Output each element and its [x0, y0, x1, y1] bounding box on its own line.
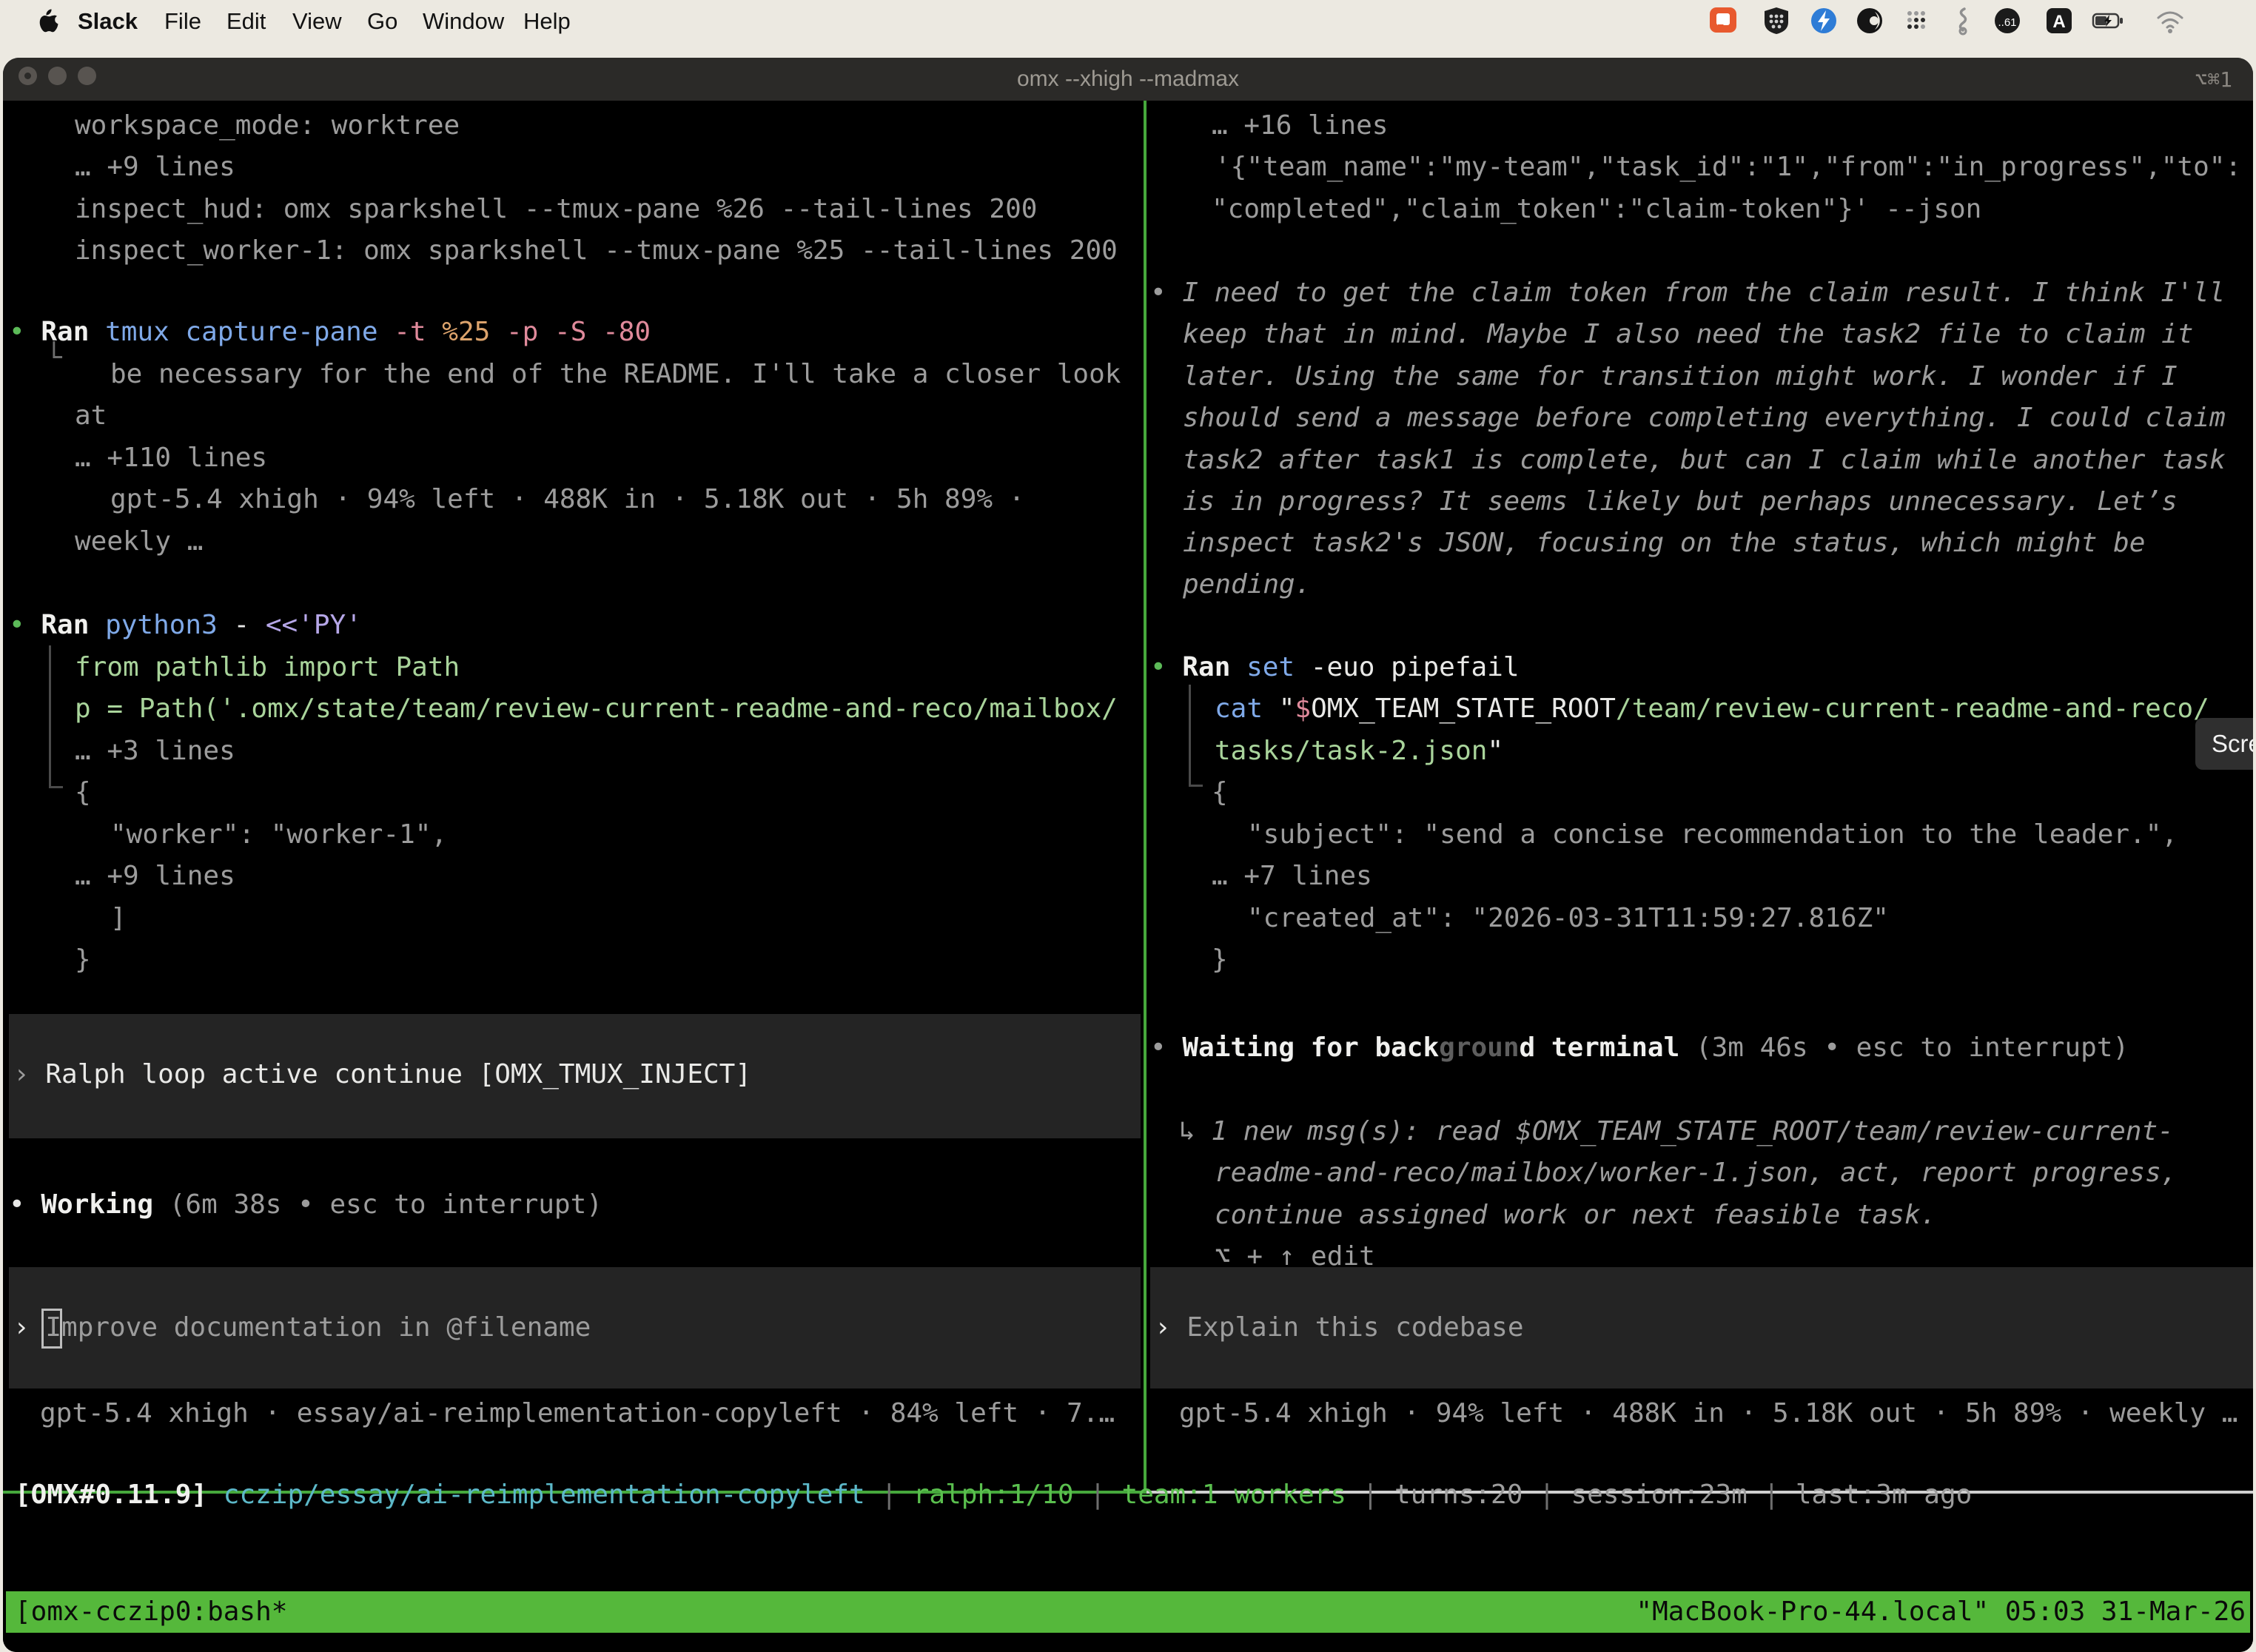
tmux-session-label: [omx-cczip0:bash* — [15, 1591, 287, 1633]
text-run: ralph:1/10 — [913, 1480, 1074, 1510]
menu-item-file[interactable]: File — [164, 7, 201, 36]
text-run: | — [1346, 1480, 1394, 1510]
text-run: | — [865, 1480, 913, 1510]
tmux-status-bar: [omx-cczip0:bash* "MacBook-Pro-44.local"… — [6, 1591, 2250, 1633]
menu-item-go[interactable]: Go — [367, 7, 397, 36]
text-run: [OMX#0.11.9] — [15, 1480, 224, 1510]
text-run: turns:20 — [1394, 1480, 1523, 1510]
text-run: last:3m ago — [1796, 1480, 1972, 1510]
menu-item-help[interactable]: Help — [523, 7, 571, 36]
svg-text:A: A — [2052, 12, 2065, 32]
window-shortcut-badge: ⌥⌘1 — [2195, 67, 2232, 92]
svg-text:..61: ..61 — [1998, 16, 2016, 29]
snake-status-icon[interactable] — [1948, 6, 1978, 36]
macos-menu-bar: Slack File Edit View Go Window Help ..61 A — [0, 0, 2256, 42]
terminal-window: omx --xhigh --madmax ⌥⌘1 workspace_mode:… — [3, 58, 2253, 1652]
menu-item-slack[interactable]: Slack — [78, 7, 138, 36]
menu-item-window[interactable]: Window — [423, 7, 504, 36]
text-run: | — [1074, 1480, 1122, 1510]
screen-sharing-tooltip: Scre — [2195, 718, 2253, 770]
blue-bolt-status-icon[interactable] — [1809, 6, 1839, 36]
apple-menu-icon[interactable] — [36, 8, 61, 35]
crescent-status-icon[interactable] — [1855, 6, 1884, 36]
tmux-host-clock-label: "MacBook-Pro-44.local" 05:03 31-Mar-26 — [1636, 1591, 2246, 1633]
menu-item-view[interactable]: View — [292, 7, 342, 36]
desktop: Slack File Edit View Go Window Help ..61 A omx … — [0, 0, 2256, 1652]
letter-a-status-icon[interactable]: A — [2044, 6, 2074, 36]
dots-grid-status-icon[interactable] — [1901, 6, 1930, 36]
menu-item-edit[interactable]: Edit — [226, 7, 266, 36]
terminal-content: workspace_mode: worktree… +9 linesinspec… — [3, 101, 2253, 1652]
omx-hud-pane: [OMX#0.11.9] cczip/essay/ai-reimplementa… — [3, 101, 2253, 1652]
chat-app-status-icon[interactable] — [1708, 6, 1738, 36]
omx-hud-line: [OMX#0.11.9] cczip/essay/ai-reimplementa… — [15, 1479, 1972, 1511]
text-run: | — [1523, 1480, 1571, 1510]
text-run: team:1 workers — [1122, 1480, 1346, 1510]
window-title-bar[interactable]: omx --xhigh --madmax ⌥⌘1 — [3, 58, 2253, 101]
stats-61-badge-icon[interactable]: ..61 — [1993, 6, 2022, 36]
battery-status-icon[interactable] — [2092, 6, 2121, 36]
window-title: omx --xhigh --madmax — [3, 67, 2253, 92]
wifi-status-icon[interactable] — [2154, 6, 2183, 36]
text-run: cczip/essay/ai-reimplementation-copyleft — [224, 1480, 865, 1510]
shield-keypad-status-icon[interactable] — [1762, 6, 1791, 36]
text-run: session:23m — [1571, 1480, 1747, 1510]
text-run: | — [1748, 1480, 1796, 1510]
